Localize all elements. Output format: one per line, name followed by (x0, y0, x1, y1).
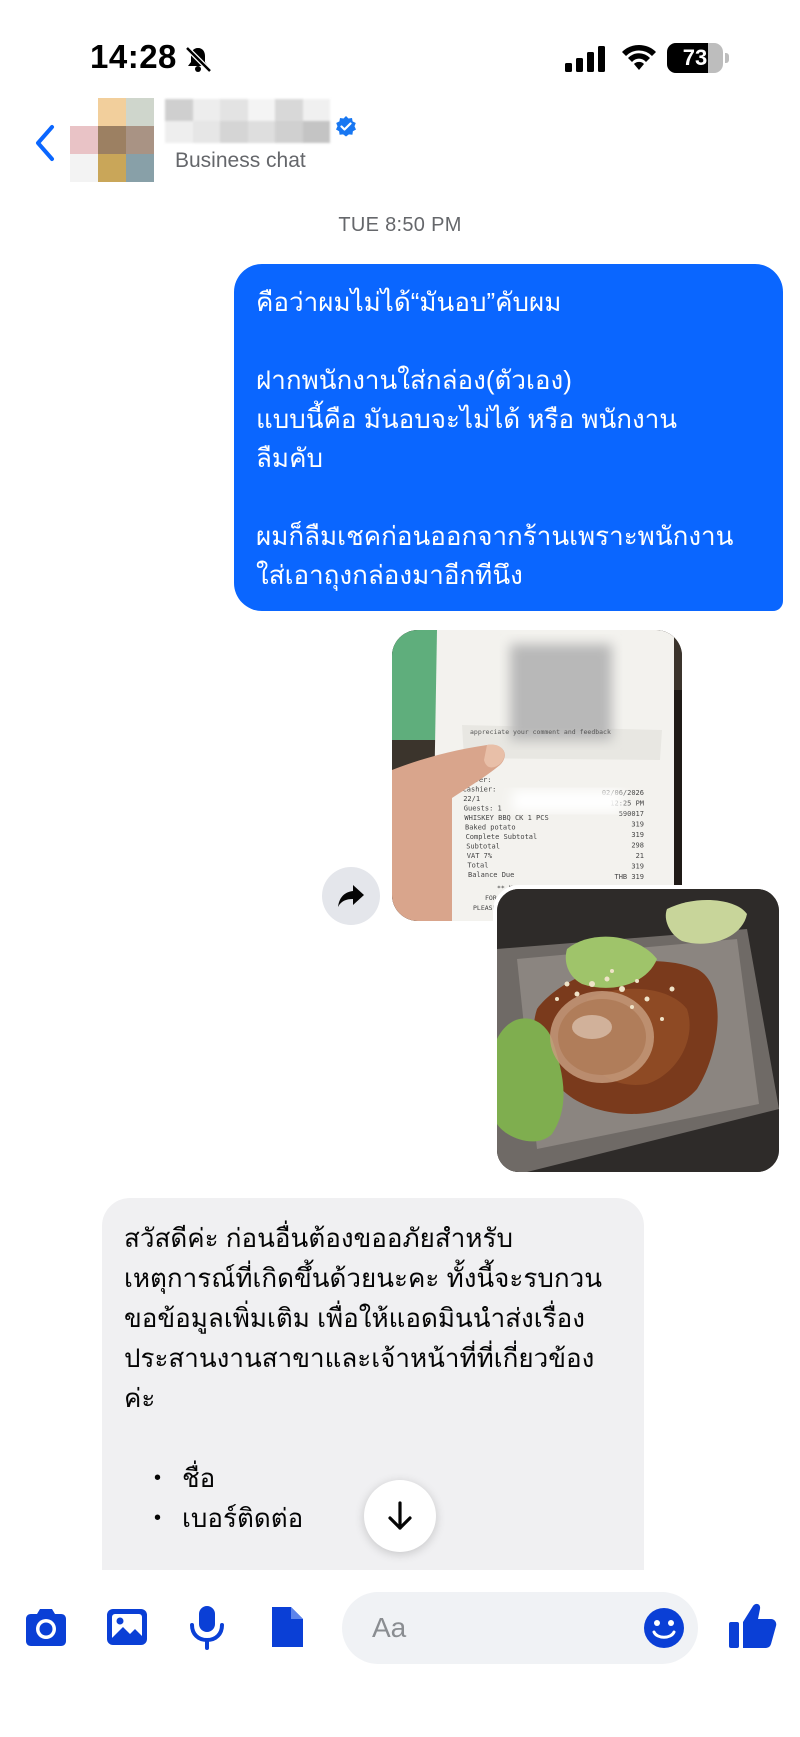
message-line: ผมก็ลืมเชคก่อนออกจากร้านเพราะพนักงาน (256, 521, 734, 551)
emoji-icon[interactable] (642, 1606, 686, 1650)
battery-indicator: 73 (667, 43, 729, 73)
verified-badge-icon (336, 116, 356, 137)
message-line: ค่ะ (124, 1383, 156, 1413)
contact-name-redacted[interactable] (165, 99, 330, 143)
camera-icon[interactable] (22, 1603, 70, 1651)
receipt-value: 319 (631, 863, 644, 871)
message-line: แบบนี้คือ มันอบจะไม่ได้ หรือ พนักงาน (256, 404, 678, 434)
message-line: คือว่าผมไม่ได้“มันอบ”คับผม (256, 287, 562, 317)
receipt-line: Subtotal (466, 843, 500, 851)
cellular-signal-icon (565, 46, 605, 72)
message-line: ขอข้อมูลเพิ่มเติม เพื่อให้แอดมินนำส่งเรื… (124, 1303, 585, 1333)
message-input[interactable]: Aa (342, 1592, 698, 1664)
scroll-to-bottom-button[interactable] (364, 1480, 436, 1552)
battery-level-text: 73 (682, 45, 708, 70)
receipt-value: 319 (631, 821, 644, 829)
receipt-line: Guests: 1 (464, 805, 502, 813)
receipt-value: THB 319 (614, 873, 644, 881)
receipt-value: 298 (631, 842, 644, 850)
message-line: ฝากพนักงานใส่กล่อง(ตัวเอง) (256, 365, 572, 395)
bell-slash-icon (185, 46, 212, 73)
message-input-placeholder: Aa (372, 1612, 407, 1643)
status-bar: 14:28 73 (0, 0, 800, 100)
business-chat-label: Business chat (175, 149, 306, 172)
message-composer: Aa (0, 1570, 800, 1737)
receipt-header-text: appreciate your comment and feedback (470, 728, 611, 736)
gallery-icon[interactable] (103, 1603, 151, 1651)
forward-arrow-icon (338, 885, 364, 907)
receipt-value: 21 (636, 852, 644, 860)
message-line: ประสานงานสาขาและเจ้าหน้าที่ที่เกี่ยวข้อง (124, 1343, 595, 1373)
message-line: เหตุการณ์ที่เกิดขึ้นด้วยนะคะ ทั้งนี้จะรบ… (124, 1263, 602, 1293)
microphone-icon[interactable] (183, 1603, 231, 1651)
thumbs-up-icon[interactable] (726, 1600, 778, 1652)
receipt-value: 590017 (619, 810, 644, 818)
file-icon[interactable] (263, 1603, 311, 1651)
wifi-icon (622, 44, 656, 70)
status-time: 14:28 (90, 38, 177, 75)
receipt-line: Baked potato (465, 824, 516, 832)
receipt-line: 22/1 (463, 795, 480, 803)
message-line: ใส่เอาถุงกล่องมาอีกทีนึง (256, 560, 523, 590)
forward-button[interactable] (322, 867, 380, 925)
receipt-value: 319 (631, 831, 644, 839)
receipt-line: Balance Due (468, 871, 514, 879)
message-timestamp: TUE 8:50 PM (338, 214, 462, 236)
receipt-line: WHISKEY BBQ CK 1 PCS (464, 814, 548, 822)
incoming-message-bubble[interactable]: สวัสดีค่ะ ก่อนอื่นต้องขออภัยสำหรับ เหตุก… (102, 1198, 644, 1618)
food-photo[interactable] (493, 885, 783, 1176)
outgoing-message-bubble[interactable]: คือว่าผมไม่ได้“มันอบ”คับผม ฝากพนักงานใส่… (234, 264, 783, 611)
message-line: ลืมคับ (256, 443, 323, 473)
arrow-down-icon (388, 1501, 412, 1530)
receipt-line: Complete Subtotal (466, 833, 538, 841)
message-line: สวัสดีค่ะ ก่อนอื่นต้องขออภัยสำหรับ (124, 1223, 513, 1253)
receipt-line: Total (467, 862, 488, 870)
avatar[interactable] (70, 98, 154, 182)
back-chevron-icon[interactable] (30, 123, 60, 163)
chat-header: Business chat (0, 95, 800, 185)
receipt-line: VAT 7% (467, 852, 493, 860)
receipt-photo[interactable]: appreciate your comment and feedback Ser… (392, 630, 682, 921)
